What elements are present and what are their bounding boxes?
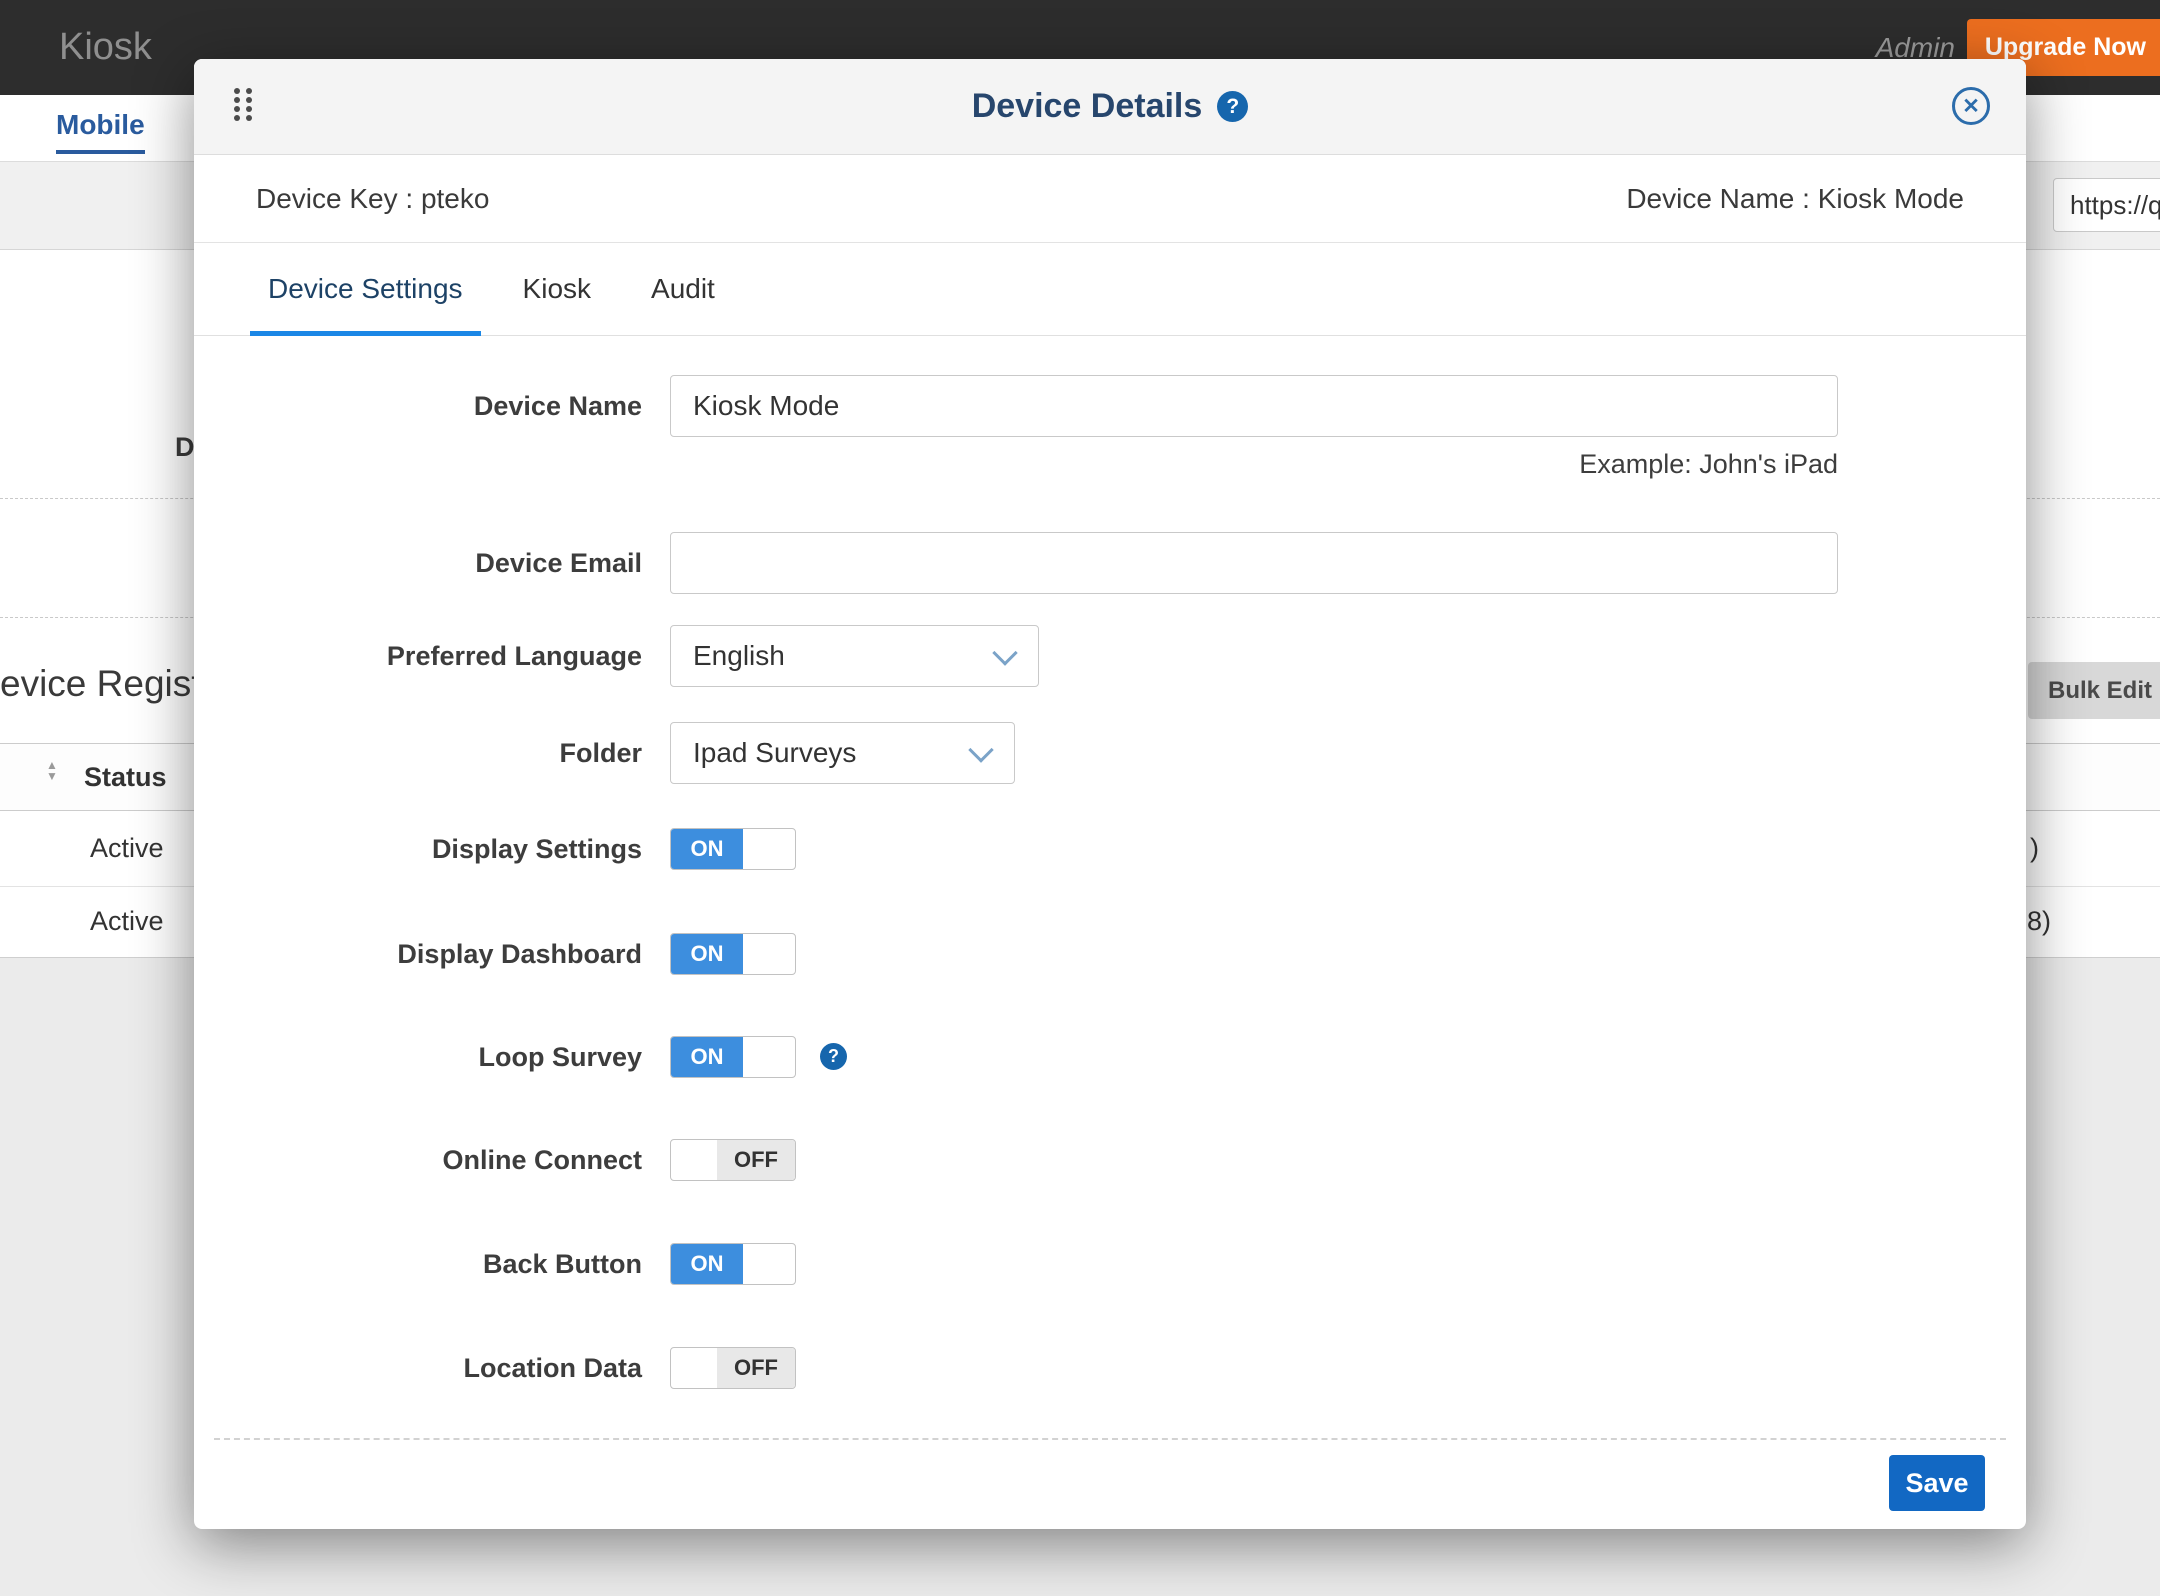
tab-label: Audit [651, 273, 715, 305]
row-count-fragment: 8) [2027, 886, 2051, 957]
status-cell: Active [90, 886, 164, 957]
back-button-label: Back Button [194, 1243, 642, 1285]
modal-body: Device Name Example: John's iPad Device … [194, 336, 2026, 1530]
tab-kiosk[interactable]: Kiosk [505, 243, 609, 335]
modal-title: Device Details [972, 87, 1203, 126]
row-count-fragment: ) [2030, 811, 2039, 886]
modal-tabs: Device Settings Kiosk Audit [194, 243, 2026, 336]
footer-divider [214, 1438, 2006, 1440]
device-name-helper-text: Example: John's iPad [670, 449, 1838, 480]
preferred-language-field-label: Preferred Language [194, 625, 642, 687]
loop-survey-label: Loop Survey [194, 1036, 642, 1078]
section-heading-fragment: evice Registr [0, 663, 214, 705]
sort-icon[interactable]: ▲ ▼ [46, 760, 58, 782]
modal-title-wrap: Device Details ? [194, 59, 2026, 154]
modal-subheader: Device Key : pteko Device Name : Kiosk M… [194, 155, 2026, 243]
folder-select[interactable]: Ipad Surveys [670, 722, 1015, 784]
location-data-toggle[interactable]: OFF [670, 1347, 796, 1389]
loop-survey-toggle[interactable]: ON [670, 1036, 796, 1078]
device-name-label: Device Name : Kiosk Mode [1626, 183, 1964, 215]
close-icon[interactable]: ✕ [1952, 87, 1990, 125]
tab-device-settings[interactable]: Device Settings [250, 243, 481, 335]
toggle-state: OFF [717, 1348, 795, 1388]
toggle-state: ON [671, 829, 743, 869]
device-email-input[interactable] [670, 532, 1838, 594]
save-button[interactable]: Save [1889, 1455, 1985, 1511]
sort-desc-icon: ▼ [46, 771, 58, 782]
device-details-modal: Device Details ? ✕ Device Key : pteko De… [194, 59, 2026, 1529]
status-cell: Active [90, 811, 164, 886]
selected-folder: Ipad Surveys [693, 737, 856, 769]
display-dashboard-toggle[interactable]: ON [670, 933, 796, 975]
url-field[interactable]: https://qa. [2053, 178, 2160, 232]
app-title: Kiosk [59, 0, 152, 95]
tab-mobile[interactable]: Mobile [56, 109, 145, 154]
device-name-input[interactable] [670, 375, 1838, 437]
toggle-state: OFF [717, 1140, 795, 1180]
display-dashboard-label: Display Dashboard [194, 933, 642, 975]
online-connect-toggle[interactable]: OFF [670, 1139, 796, 1181]
tab-audit[interactable]: Audit [633, 243, 733, 335]
status-column-header: Status [84, 744, 167, 810]
modal-header: Device Details ? ✕ [194, 59, 2026, 155]
folder-field-label: Folder [194, 722, 642, 784]
display-settings-toggle[interactable]: ON [670, 828, 796, 870]
display-settings-label: Display Settings [194, 828, 642, 870]
online-connect-label: Online Connect [194, 1139, 642, 1181]
help-icon[interactable]: ? [1217, 91, 1248, 122]
device-name-field-label: Device Name [194, 375, 642, 437]
tab-label: Device Settings [268, 273, 463, 305]
clipped-label-fragment: D [175, 432, 195, 463]
bulk-edit-devices-button[interactable]: Bulk Edit Dev [2028, 662, 2160, 719]
page: Kiosk Admin Upgrade Now Mobile https://q… [0, 0, 2160, 1596]
chevron-down-icon [968, 737, 993, 762]
toggle-state: ON [671, 934, 743, 974]
back-button-toggle[interactable]: ON [670, 1243, 796, 1285]
device-key-label: Device Key : pteko [256, 183, 489, 215]
tab-label: Kiosk [523, 273, 591, 305]
loop-survey-help-icon[interactable]: ? [820, 1043, 847, 1070]
location-data-label: Location Data [194, 1347, 642, 1389]
toggle-state: ON [671, 1037, 743, 1077]
toggle-state: ON [671, 1244, 743, 1284]
selected-language: English [693, 640, 785, 672]
device-email-field-label: Device Email [194, 532, 642, 594]
chevron-down-icon [992, 640, 1017, 665]
preferred-language-select[interactable]: English [670, 625, 1039, 687]
